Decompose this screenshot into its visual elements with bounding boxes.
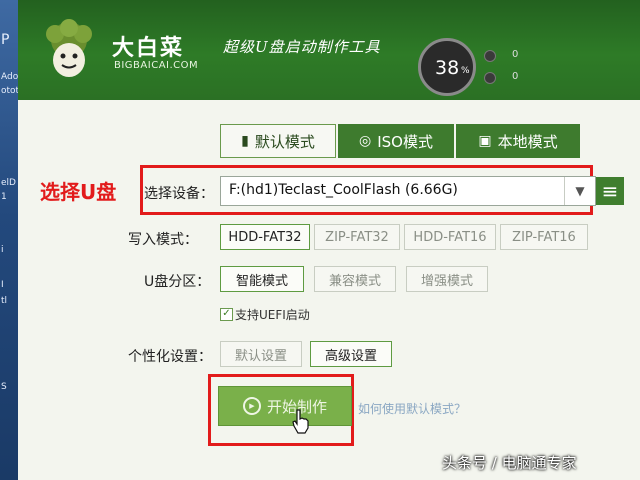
desktop-text: tl	[1, 296, 8, 306]
tab-local-mode[interactable]: ▣ 本地模式	[456, 124, 580, 158]
status-value: 0	[512, 71, 519, 82]
gauge-value: 38	[435, 57, 460, 79]
chevron-down-icon[interactable]: ▼	[564, 177, 595, 205]
menu-icon[interactable]: ≡	[596, 177, 624, 205]
device-label: 选择设备：	[144, 186, 214, 202]
desktop-text: 1	[1, 192, 7, 202]
personalize-option[interactable]: 高级设置	[310, 341, 392, 367]
write-mode-option[interactable]: HDD-FAT32	[220, 224, 310, 250]
play-icon: ▶	[242, 397, 261, 415]
partition-option[interactable]: 兼容模式	[314, 266, 396, 292]
desktop-text: elD	[1, 178, 16, 188]
hand-cursor-icon	[292, 409, 309, 434]
personalize-option[interactable]: 默认设置	[220, 341, 302, 367]
monitor-icon: ▣	[478, 133, 492, 149]
desktop-text: i	[1, 245, 4, 255]
uefi-checkbox[interactable]: ✓	[220, 308, 233, 321]
status-dot-icon	[484, 50, 496, 62]
brand-name: 大白菜	[112, 36, 185, 61]
partition-option[interactable]: 增强模式	[406, 266, 488, 292]
help-link[interactable]: 如何使用默认模式？	[358, 400, 466, 417]
app-header: 大白菜 BIGBAICAI.COM 超级U盘启动制作工具 38 % 0 0	[18, 0, 640, 100]
write-mode-label: 写入模式：	[128, 232, 198, 248]
cabbage-mascot-icon	[46, 19, 92, 77]
write-mode-option[interactable]: HDD-FAT16	[404, 224, 496, 250]
tab-label: 本地模式	[497, 132, 558, 151]
write-mode-option[interactable]: ZIP-FAT16	[500, 224, 588, 250]
brand-url: BIGBAICAI.COM	[114, 60, 199, 71]
personalize-label: 个性化设置：	[128, 349, 212, 365]
device-value: F:(hd1)Teclast_CoolFlash (6.66G)	[229, 182, 458, 198]
annotation-select-usb: 选择U盘	[40, 180, 117, 204]
progress-gauge: 38 %	[418, 38, 476, 96]
status-value: 0	[512, 49, 519, 60]
tab-label: 默认模式	[254, 132, 315, 151]
desktop-text: I	[1, 280, 4, 290]
disc-icon: ◎	[359, 133, 372, 149]
partition-option[interactable]: 智能模式	[220, 266, 304, 292]
desktop-text: otot	[1, 86, 20, 96]
status-dot-icon	[484, 72, 496, 84]
app-slogan: 超级U盘启动制作工具	[223, 38, 381, 56]
desktop-text: S	[1, 382, 7, 392]
usb-icon: ▮	[241, 133, 249, 149]
app-window: 大白菜 BIGBAICAI.COM 超级U盘启动制作工具 38 % 0 0 ▮ …	[18, 0, 640, 480]
desktop-text: Ado	[1, 72, 19, 82]
tab-iso-mode[interactable]: ◎ ISO模式	[338, 124, 454, 158]
start-button[interactable]: ▶ 开始制作	[218, 386, 352, 426]
tab-default-mode[interactable]: ▮ 默认模式	[220, 124, 336, 158]
uefi-label: 支持UEFI启动	[235, 308, 310, 322]
gauge-unit: %	[461, 66, 470, 76]
tab-label: ISO模式	[377, 132, 433, 151]
partition-label: U盘分区：	[144, 274, 211, 290]
desktop-text: P	[1, 32, 10, 48]
device-select[interactable]: F:(hd1)Teclast_CoolFlash (6.66G) ▼	[220, 176, 596, 206]
watermark: 头条号 / 电脑通专家	[442, 454, 577, 472]
write-mode-option[interactable]: ZIP-FAT32	[314, 224, 400, 250]
